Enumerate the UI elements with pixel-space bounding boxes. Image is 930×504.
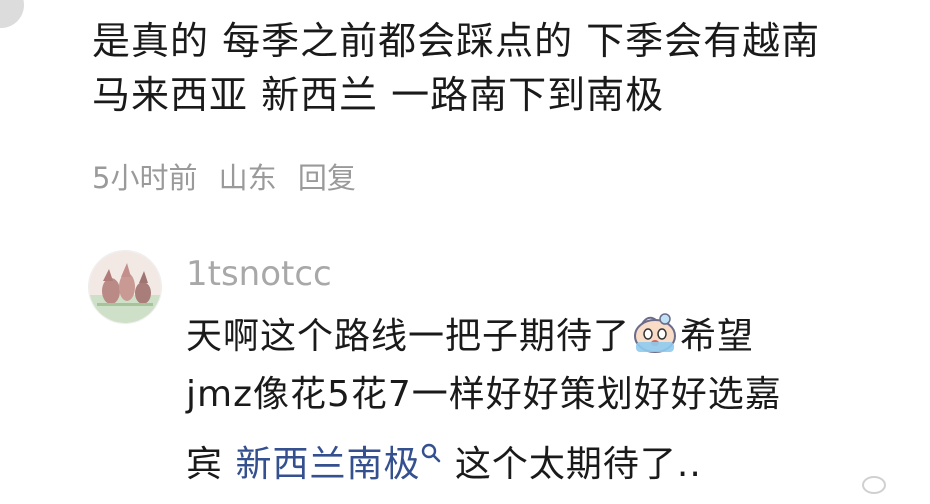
comment-line: 是真的 每季之前都会踩点的 下季会有越南 [92, 19, 821, 63]
weibo-logo-icon [862, 476, 886, 494]
crying-emoji-icon [632, 312, 678, 354]
comment-line: 马来西亚 新西兰 一路南下到南极 [92, 73, 665, 117]
reply-line-text: 天啊这个路线一把子期待了 [186, 316, 631, 357]
comment-time: 5小时前 [92, 161, 198, 195]
avatar[interactable] [88, 250, 162, 324]
topic-link[interactable]: 新西兰南极 [235, 443, 442, 485]
reply-button[interactable]: 回复 [298, 161, 356, 195]
comment-text: 是真的 每季之前都会踩点的 下季会有越南 马来西亚 新西兰 一路南下到南极 [92, 14, 912, 122]
avatar-image [89, 251, 161, 323]
comment-location: 山东 [218, 161, 277, 195]
topic-link-label: 新西兰南极 [235, 444, 421, 485]
watermark [862, 474, 890, 498]
reply-line: 天啊这个路线一把子期待了 希望 [186, 308, 926, 366]
reply-line: jmz像花5花7一样好好策划好好选嘉 [186, 374, 782, 415]
reply-line-text: 希望 [680, 316, 755, 357]
comment-thread: 是真的 每季之前都会踩点的 下季会有越南 马来西亚 新西兰 一路南下到南极 5小… [0, 0, 930, 504]
reply-line-text: 这个太期待了.. [454, 444, 702, 485]
reply-line-text: 宾 [186, 444, 236, 485]
reply-username[interactable]: 1tsnotcc [186, 252, 332, 296]
reply-line: 宾 新西兰南极 这个太期待了.. [186, 424, 926, 494]
comment-meta: 5小时前 山东 回复 [92, 158, 368, 198]
reply-text: 天啊这个路线一把子期待了 希望 jmz像花5花7一样好好策划好好选嘉 宾 新西兰… [186, 308, 926, 494]
previous-avatar[interactable] [0, 0, 24, 28]
search-icon [420, 424, 442, 463]
